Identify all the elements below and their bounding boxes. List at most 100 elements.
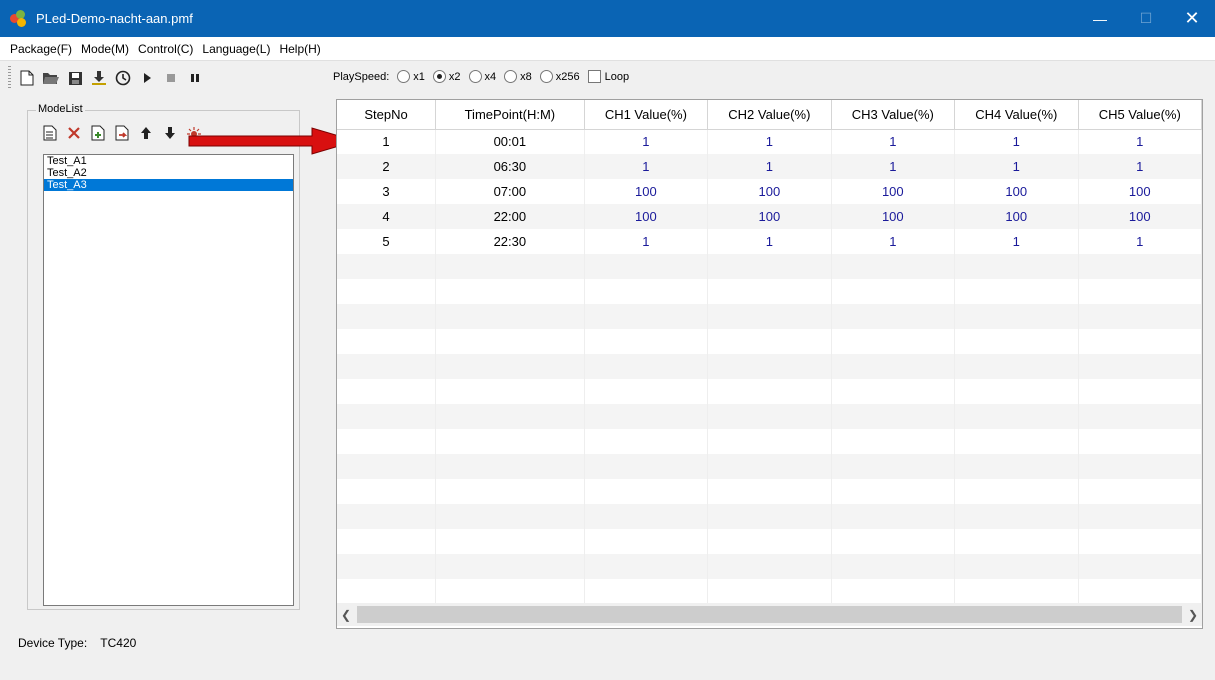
table-cell[interactable]: 100: [831, 179, 956, 204]
delete-mode-icon[interactable]: [64, 123, 84, 143]
table-cell[interactable]: [584, 479, 709, 504]
table-row[interactable]: [337, 579, 1202, 604]
table-row[interactable]: [337, 329, 1202, 354]
table-cell[interactable]: 06:30: [435, 154, 585, 179]
table-row[interactable]: [337, 479, 1202, 504]
column-header-stepno[interactable]: StepNo: [337, 100, 437, 130]
table-cell[interactable]: [954, 254, 1079, 279]
table-cell[interactable]: [707, 429, 832, 454]
table-cell[interactable]: 100: [831, 204, 956, 229]
table-cell[interactable]: 1: [1078, 229, 1202, 254]
table-cell[interactable]: 1: [954, 129, 1079, 154]
table-cell[interactable]: [707, 529, 832, 554]
table-cell[interactable]: [435, 554, 585, 579]
table-cell[interactable]: [707, 479, 832, 504]
table-cell[interactable]: [831, 279, 956, 304]
table-cell[interactable]: 100: [584, 179, 709, 204]
table-cell[interactable]: [584, 254, 709, 279]
table-cell[interactable]: [707, 404, 832, 429]
table-cell[interactable]: 1: [1078, 129, 1202, 154]
move-down-icon[interactable]: [160, 123, 180, 143]
table-cell[interactable]: 3: [337, 179, 437, 204]
table-cell[interactable]: [954, 279, 1079, 304]
table-cell[interactable]: [1078, 454, 1202, 479]
table-cell[interactable]: [831, 354, 956, 379]
table-cell[interactable]: [584, 504, 709, 529]
menu-language[interactable]: Language(L): [202, 42, 270, 56]
table-cell[interactable]: [831, 454, 956, 479]
table-cell[interactable]: [337, 379, 437, 404]
table-cell[interactable]: 1: [707, 229, 832, 254]
import-mode-icon[interactable]: [88, 123, 108, 143]
column-header-ch4[interactable]: CH4 Value(%): [954, 100, 1079, 130]
column-header-timepoint[interactable]: TimePoint(H:M): [435, 100, 585, 130]
column-header-ch1[interactable]: CH1 Value(%): [584, 100, 709, 130]
add-mode-icon[interactable]: [40, 123, 60, 143]
speed-x2-radio[interactable]: [432, 70, 446, 83]
list-item[interactable]: Test_A3: [44, 179, 293, 191]
table-cell[interactable]: [337, 254, 437, 279]
table-cell[interactable]: [831, 554, 956, 579]
table-row[interactable]: 3 07:00 100 100 100 100 100: [337, 179, 1202, 204]
table-cell[interactable]: [954, 504, 1079, 529]
horizontal-scrollbar[interactable]: ❮ ❯: [337, 603, 1202, 626]
table-cell[interactable]: 4: [337, 204, 437, 229]
table-cell[interactable]: [831, 429, 956, 454]
table-cell[interactable]: [707, 279, 832, 304]
table-row[interactable]: [337, 554, 1202, 579]
table-row[interactable]: [337, 404, 1202, 429]
table-cell[interactable]: [1078, 279, 1202, 304]
table-row[interactable]: [337, 279, 1202, 304]
table-row[interactable]: [337, 429, 1202, 454]
table-cell[interactable]: [584, 579, 709, 604]
table-cell[interactable]: [584, 429, 709, 454]
table-cell[interactable]: [707, 304, 832, 329]
scroll-left-icon[interactable]: ❮: [337, 608, 355, 622]
table-cell[interactable]: [831, 529, 956, 554]
table-cell[interactable]: [1078, 579, 1202, 604]
column-header-ch3[interactable]: CH3 Value(%): [831, 100, 956, 130]
table-cell[interactable]: [1078, 304, 1202, 329]
table-cell[interactable]: [954, 429, 1079, 454]
table-cell[interactable]: [337, 454, 437, 479]
play-icon[interactable]: [136, 67, 158, 89]
table-cell[interactable]: [1078, 429, 1202, 454]
table-cell[interactable]: [435, 254, 585, 279]
move-up-icon[interactable]: [136, 123, 156, 143]
table-cell[interactable]: [435, 404, 585, 429]
table-cell[interactable]: 1: [707, 129, 832, 154]
table-cell[interactable]: [584, 354, 709, 379]
table-cell[interactable]: [1078, 479, 1202, 504]
table-cell[interactable]: [831, 254, 956, 279]
download-icon[interactable]: [88, 67, 110, 89]
table-cell[interactable]: [337, 279, 437, 304]
table-row[interactable]: [337, 254, 1202, 279]
table-cell[interactable]: [1078, 354, 1202, 379]
speed-x4-radio[interactable]: [468, 70, 482, 83]
table-cell[interactable]: [584, 554, 709, 579]
table-cell[interactable]: [1078, 329, 1202, 354]
menu-mode[interactable]: Mode(M): [81, 42, 129, 56]
table-cell[interactable]: [1078, 554, 1202, 579]
table-cell[interactable]: [707, 579, 832, 604]
menu-help[interactable]: Help(H): [279, 42, 320, 56]
table-cell[interactable]: [435, 279, 585, 304]
export-mode-icon[interactable]: [112, 123, 132, 143]
table-cell[interactable]: [707, 379, 832, 404]
table-cell[interactable]: [831, 404, 956, 429]
table-cell[interactable]: [954, 579, 1079, 604]
speed-x8-radio[interactable]: [504, 70, 518, 83]
table-cell[interactable]: [954, 379, 1079, 404]
table-cell[interactable]: 100: [1078, 204, 1202, 229]
table-cell[interactable]: [954, 529, 1079, 554]
table-cell[interactable]: [584, 379, 709, 404]
table-row[interactable]: [337, 504, 1202, 529]
table-cell[interactable]: [954, 404, 1079, 429]
table-cell[interactable]: 100: [954, 179, 1079, 204]
table-cell[interactable]: 00:01: [435, 129, 585, 154]
table-cell[interactable]: 100: [954, 204, 1079, 229]
table-cell[interactable]: 1: [337, 129, 437, 154]
table-cell[interactable]: 1: [954, 154, 1079, 179]
table-cell[interactable]: [435, 429, 585, 454]
table-cell[interactable]: [337, 479, 437, 504]
